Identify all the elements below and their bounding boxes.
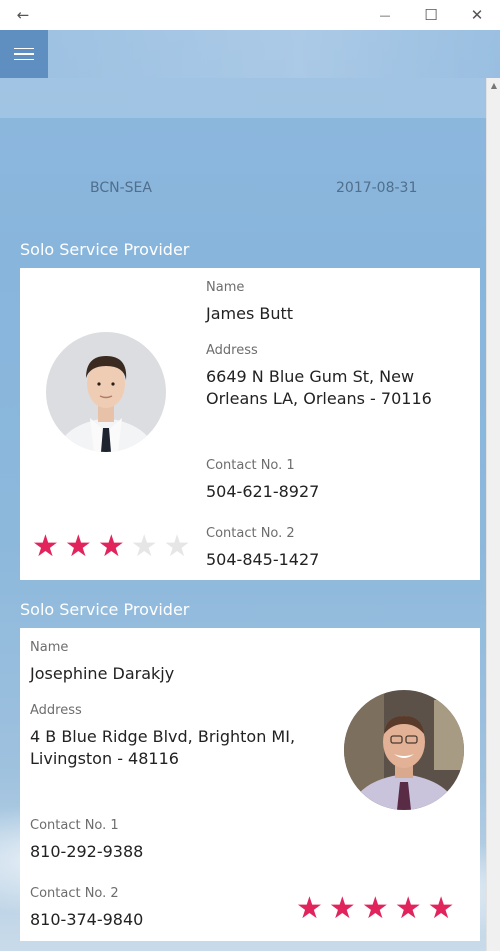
star-icon: ★ (163, 529, 191, 564)
contact1-label: Contact No. 1 (30, 818, 119, 833)
back-arrow-icon: ← (16, 6, 30, 24)
scroll-up-icon[interactable]: ▲ (487, 78, 500, 92)
menu-button[interactable] (0, 30, 48, 78)
star-icon: ★ (361, 891, 389, 926)
provider-section-title: Solo Service Provider (20, 240, 190, 259)
provider-photo (344, 690, 464, 810)
name-label: Name (30, 640, 69, 655)
app-header (0, 30, 500, 78)
provider-section-title: Solo Service Provider (20, 600, 190, 619)
provider-address: 6649 N Blue Gum St, New Orleans LA, Orle… (206, 367, 432, 408)
contact2-value[interactable]: 504-845-1427 (206, 549, 319, 571)
header-band (0, 78, 486, 118)
star-icon: ★ (97, 529, 125, 564)
contact1-label: Contact No. 1 (206, 458, 295, 473)
name-label: Name (206, 280, 245, 295)
contact1-value[interactable]: 504-621-8927 (206, 481, 319, 503)
star-icon: ★ (427, 891, 455, 926)
app-content: ▲ BCN-SEA 2017-08-31 Solo Service Provid… (0, 30, 500, 951)
address-label: Address (30, 703, 82, 718)
star-icon: ★ (32, 529, 59, 564)
close-button[interactable]: ✕ (454, 0, 500, 30)
contact2-label: Contact No. 2 (206, 526, 295, 541)
provider-address: 4 B Blue Ridge Blvd, Brighton MI, Living… (30, 727, 296, 768)
trip-route: BCN-SEA (90, 180, 152, 196)
star-icon: ★ (64, 529, 92, 564)
provider-name: Josephine Darakjy (30, 664, 175, 683)
close-icon: ✕ (470, 6, 484, 24)
provider-card[interactable]: Name Josephine Darakjy Address 4 B Blue … (20, 628, 480, 941)
avatar (344, 690, 464, 810)
vertical-scrollbar[interactable]: ▲ (486, 78, 500, 951)
star-icon: ★ (394, 891, 422, 926)
star-icon: ★ (130, 529, 158, 564)
hamburger-menu-icon (14, 47, 34, 50)
minimize-button[interactable]: — (362, 0, 408, 30)
provider-photo (46, 332, 166, 452)
back-button[interactable]: ← (0, 0, 46, 30)
trip-date: 2017-08-31 (336, 180, 418, 196)
star-icon: ★ (296, 891, 323, 926)
rating-stars: ★ ★ ★ ★ ★ (32, 532, 191, 562)
maximize-icon: ☐ (424, 6, 438, 24)
star-icon: ★ (328, 891, 356, 926)
contact2-label: Contact No. 2 (30, 886, 119, 901)
window-title-bar: ← — ☐ ✕ (0, 0, 500, 30)
avatar (46, 332, 166, 452)
rating-stars: ★ ★ ★ ★ ★ (296, 894, 455, 924)
contact1-value[interactable]: 810-292-9388 (30, 841, 143, 863)
maximize-button[interactable]: ☐ (408, 0, 454, 30)
address-label: Address (206, 343, 258, 358)
provider-card[interactable]: ★ ★ ★ ★ ★ Name James Butt Address 6649 N… (20, 268, 480, 580)
minimize-icon: — (379, 8, 391, 22)
contact2-value[interactable]: 810-374-9840 (30, 909, 143, 931)
provider-name: James Butt (206, 304, 294, 323)
